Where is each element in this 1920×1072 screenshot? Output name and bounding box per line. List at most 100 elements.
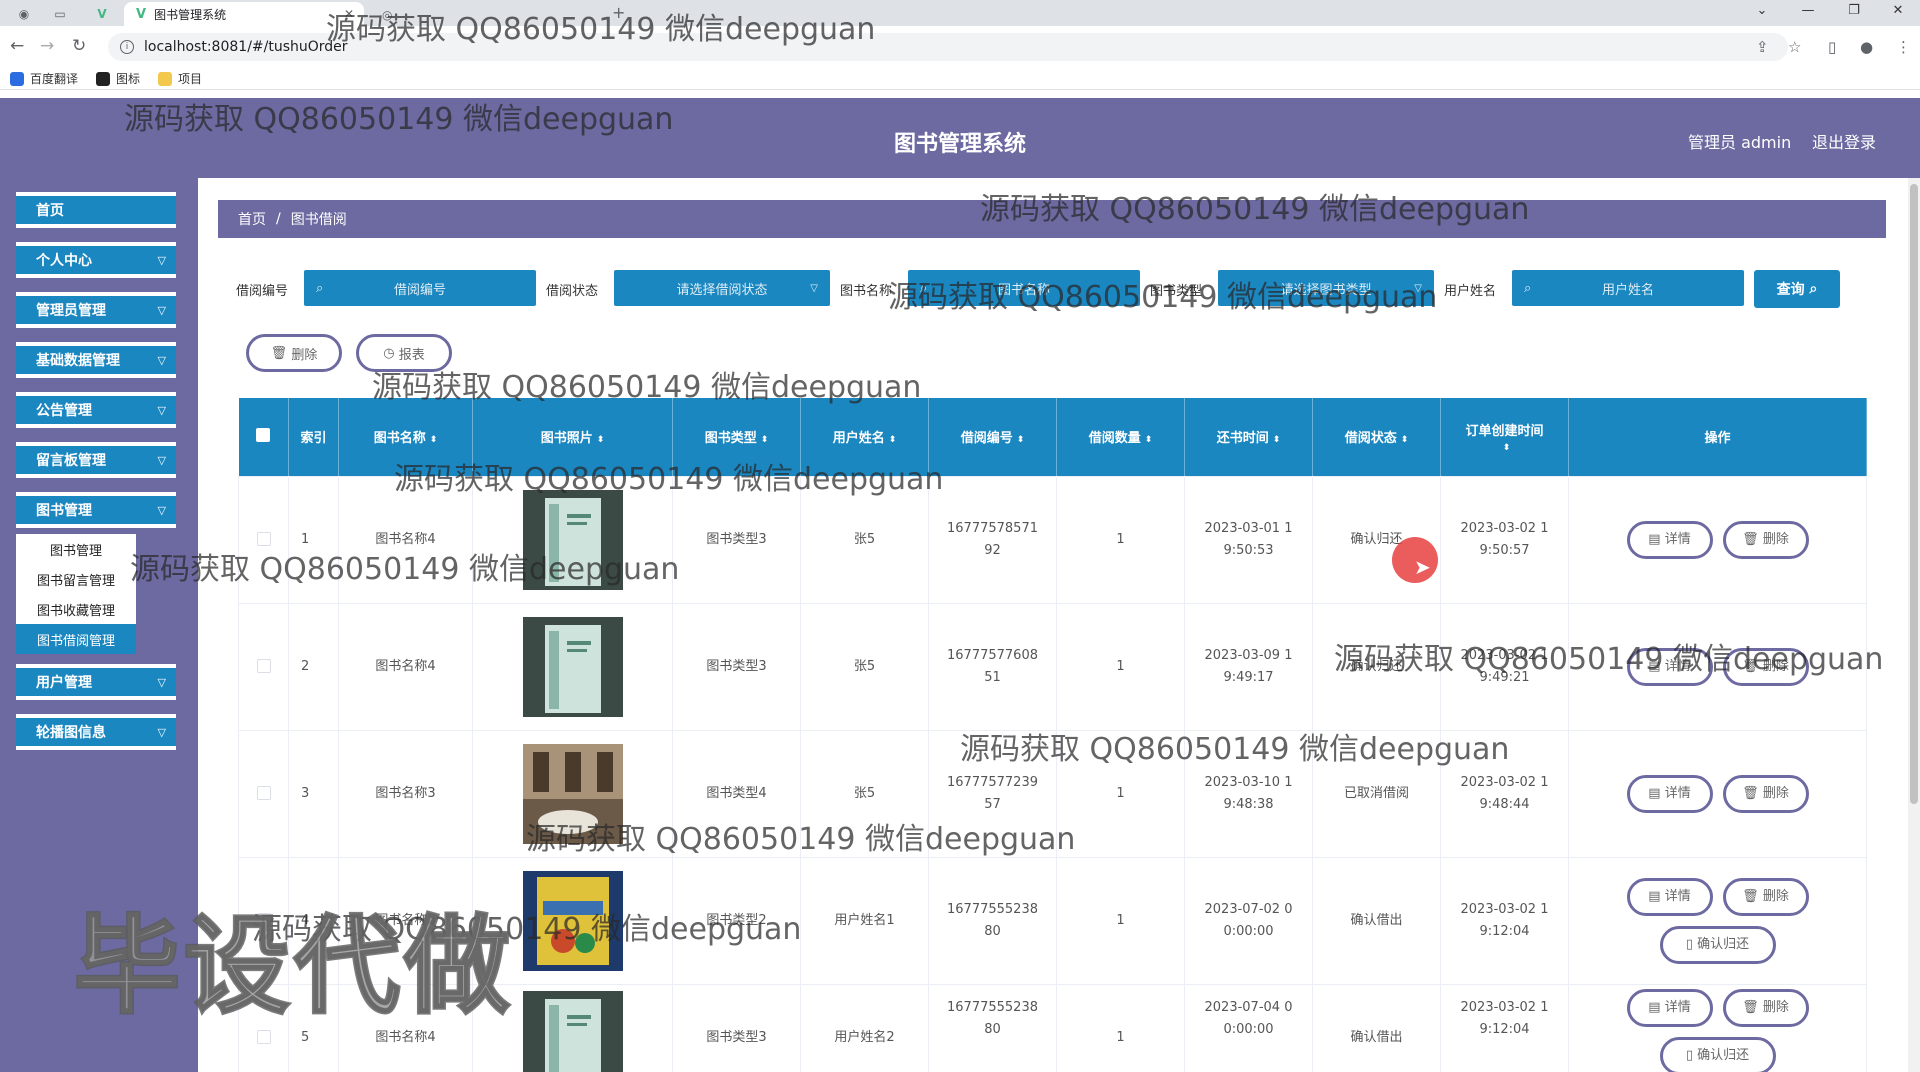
submenu-item-book-favorites[interactable]: 图书收藏管理 [16,594,136,624]
active-tab[interactable]: V 图书管理系统 ✕ [124,2,364,26]
detail-button[interactable]: ▤ 详情 [1626,774,1713,813]
scrollbar-thumb[interactable] [1910,184,1918,804]
back-icon[interactable]: ← [10,36,24,56]
book-type-select[interactable]: 请选择图书类型 ▽ [1218,270,1434,306]
logout-link[interactable]: 退出登录 [1812,129,1876,153]
row-checkbox[interactable] [238,856,289,985]
search-icon: ⌕ [920,280,928,296]
sidebar-item-messages[interactable]: 留言板管理 ▽ [16,442,176,478]
delete-button[interactable]: 🗑 删除 [1722,774,1809,813]
confirm-return-button[interactable]: ▯ 确认归还 [1659,1036,1776,1072]
query-button[interactable]: 查询 ⌕ [1754,270,1840,308]
sort-icon: ⬍ [1272,435,1281,446]
col-book-name[interactable]: 图书名称 ⬍ [338,398,473,476]
col-created[interactable]: 订单创建时间 ⬍ [1440,398,1569,476]
minimize-icon[interactable]: — [1788,3,1828,18]
col-borrow-qty[interactable]: 借阅数量 ⬍ [1056,398,1185,476]
breadcrumb: 首页 / 图书借阅 [218,200,1886,238]
delete-button[interactable]: 🗑 删除 [1722,988,1809,1027]
row-checkbox[interactable] [238,729,289,858]
detail-button[interactable]: ▤ 详情 [1626,877,1713,916]
second-tab[interactable]: ◎ [372,4,602,26]
sidebar-item-home[interactable]: 首页 [16,192,176,228]
delete-button[interactable]: 🗑 删除 [1722,520,1809,559]
status-cell: 确认归还 [1312,602,1441,731]
col-book-photo[interactable]: 图书照片 ⬍ [472,398,673,476]
col-return-time[interactable]: 还书时间 ⬍ [1184,398,1313,476]
star-icon[interactable]: ☆ [1788,38,1801,56]
row-checkbox[interactable] [238,475,289,604]
breadcrumb-home[interactable]: 首页 [238,209,266,229]
sidebar-item-books[interactable]: 图书管理 ▽ [16,492,176,528]
detail-button[interactable]: ▤ 详情 [1626,988,1713,1027]
restore-icon[interactable]: ❐ [1834,3,1874,18]
book-type-label: 图书类型 [1150,284,1203,299]
detail-button[interactable]: ▤ 详情 [1626,647,1713,686]
clock-icon: ◷ [383,345,395,361]
col-user-name[interactable]: 用户姓名 ⬍ [800,398,929,476]
search-icon: ⌕ [316,280,324,296]
bulk-delete-button[interactable]: 🗑 删除 [246,334,342,372]
book-name-label: 图书名称 [840,284,893,299]
sidebar-item-users[interactable]: 用户管理 ▽ [16,664,176,700]
blank-tab[interactable]: ▭ [46,3,74,25]
profile-icon[interactable]: ● [1860,38,1873,56]
delete-button[interactable]: 🗑 删除 [1722,877,1809,916]
confirm-return-button[interactable]: ▯ 确认归还 [1659,925,1776,964]
vue-tab-icon[interactable]: V [88,3,116,25]
col-borrow-no[interactable]: 借阅编号 ⬍ [928,398,1057,476]
close-icon[interactable]: ✕ [344,7,354,21]
tab-search-icon[interactable]: ⌄ [1742,3,1782,18]
status-select[interactable]: 请选择借阅状态 ▽ [614,270,830,306]
sidebar-item-admin[interactable]: 管理员管理 ▽ [16,292,176,328]
browser-icon[interactable]: ◉ [10,3,38,25]
status-cell: 已取消借阅 [1312,729,1441,858]
sidebar-item-basedata[interactable]: 基础数据管理 ▽ [16,342,176,378]
book-photo [472,475,673,604]
status-label: 借阅状态 [546,284,599,299]
bookmark-project[interactable]: 项目 [158,70,202,87]
chevron-down-icon: ▽ [157,353,166,367]
submenu-item-books[interactable]: 图书管理 [16,534,136,564]
select-all-checkbox[interactable] [238,398,289,476]
submenu-item-book-messages[interactable]: 图书留言管理 [16,564,136,594]
chevron-down-icon: ▽ [157,303,166,317]
url-field[interactable]: i localhost:8081/#/tushuOrder [108,33,1788,61]
bookmark-translate[interactable]: 百度翻译 [10,70,78,87]
sidebar-item-carousel[interactable]: 轮播图信息 ▽ [16,714,176,750]
reload-icon[interactable]: ↻ [72,36,86,56]
row-checkbox[interactable] [238,602,289,731]
sidepanel-icon[interactable]: ▯ [1828,38,1836,56]
sort-icon: ⬍ [888,435,897,446]
col-status[interactable]: 借阅状态 ⬍ [1312,398,1441,476]
share-icon[interactable]: ⇪ [1756,38,1769,56]
book-name-input[interactable]: ⌕ 图书名称 [908,270,1140,306]
sidebar-item-profile[interactable]: 个人中心 ▽ [16,242,176,278]
book-photo [472,602,673,731]
table-row: 4 图书名称2 图书类型2 用户姓名1 1677755523880 1 2023… [238,856,1867,985]
detail-button[interactable]: ▤ 详情 [1626,520,1713,559]
info-icon[interactable]: i [120,40,134,54]
menu-icon[interactable]: ⋮ [1896,38,1911,56]
col-book-type[interactable]: 图书类型 ⬍ [672,398,801,476]
bookmark-icons[interactable]: 图标 [96,70,140,87]
submenu-item-book-borrow[interactable]: 图书借阅管理 [16,624,136,654]
sidebar-item-notice[interactable]: 公告管理 ▽ [16,392,176,428]
delete-button[interactable]: 🗑 删除 [1722,647,1809,686]
user-input[interactable]: ⌕ 用户姓名 [1512,270,1744,306]
table-header: 索引 图书名称 ⬍ 图书照片 ⬍ 图书类型 ⬍ 用户姓名 ⬍ 借阅编号 ⬍ 借阅数量 ⬍ 还… [238,398,1867,476]
library-image [522,743,623,844]
trash-icon: 🗑 [1742,888,1759,904]
new-tab-icon[interactable]: + [612,3,625,22]
book-icon: ▯ [1685,1047,1693,1063]
forward-icon[interactable]: → [40,36,54,56]
tab-title: 图书管理系统 [154,7,227,22]
col-index: 索引 [288,398,339,476]
books-submenu: 图书管理 图书留言管理 图书收藏管理 图书借阅管理 [16,534,136,654]
window-close-icon[interactable]: ✕ [1878,3,1918,18]
borrow-no-input[interactable]: ⌕ 借阅编号 [304,270,536,306]
row-checkbox[interactable] [238,983,289,1072]
chevron-down-icon: ▽ [157,675,166,689]
report-button[interactable]: ◷ 报表 [356,334,452,372]
vue-icon: V [136,6,147,22]
